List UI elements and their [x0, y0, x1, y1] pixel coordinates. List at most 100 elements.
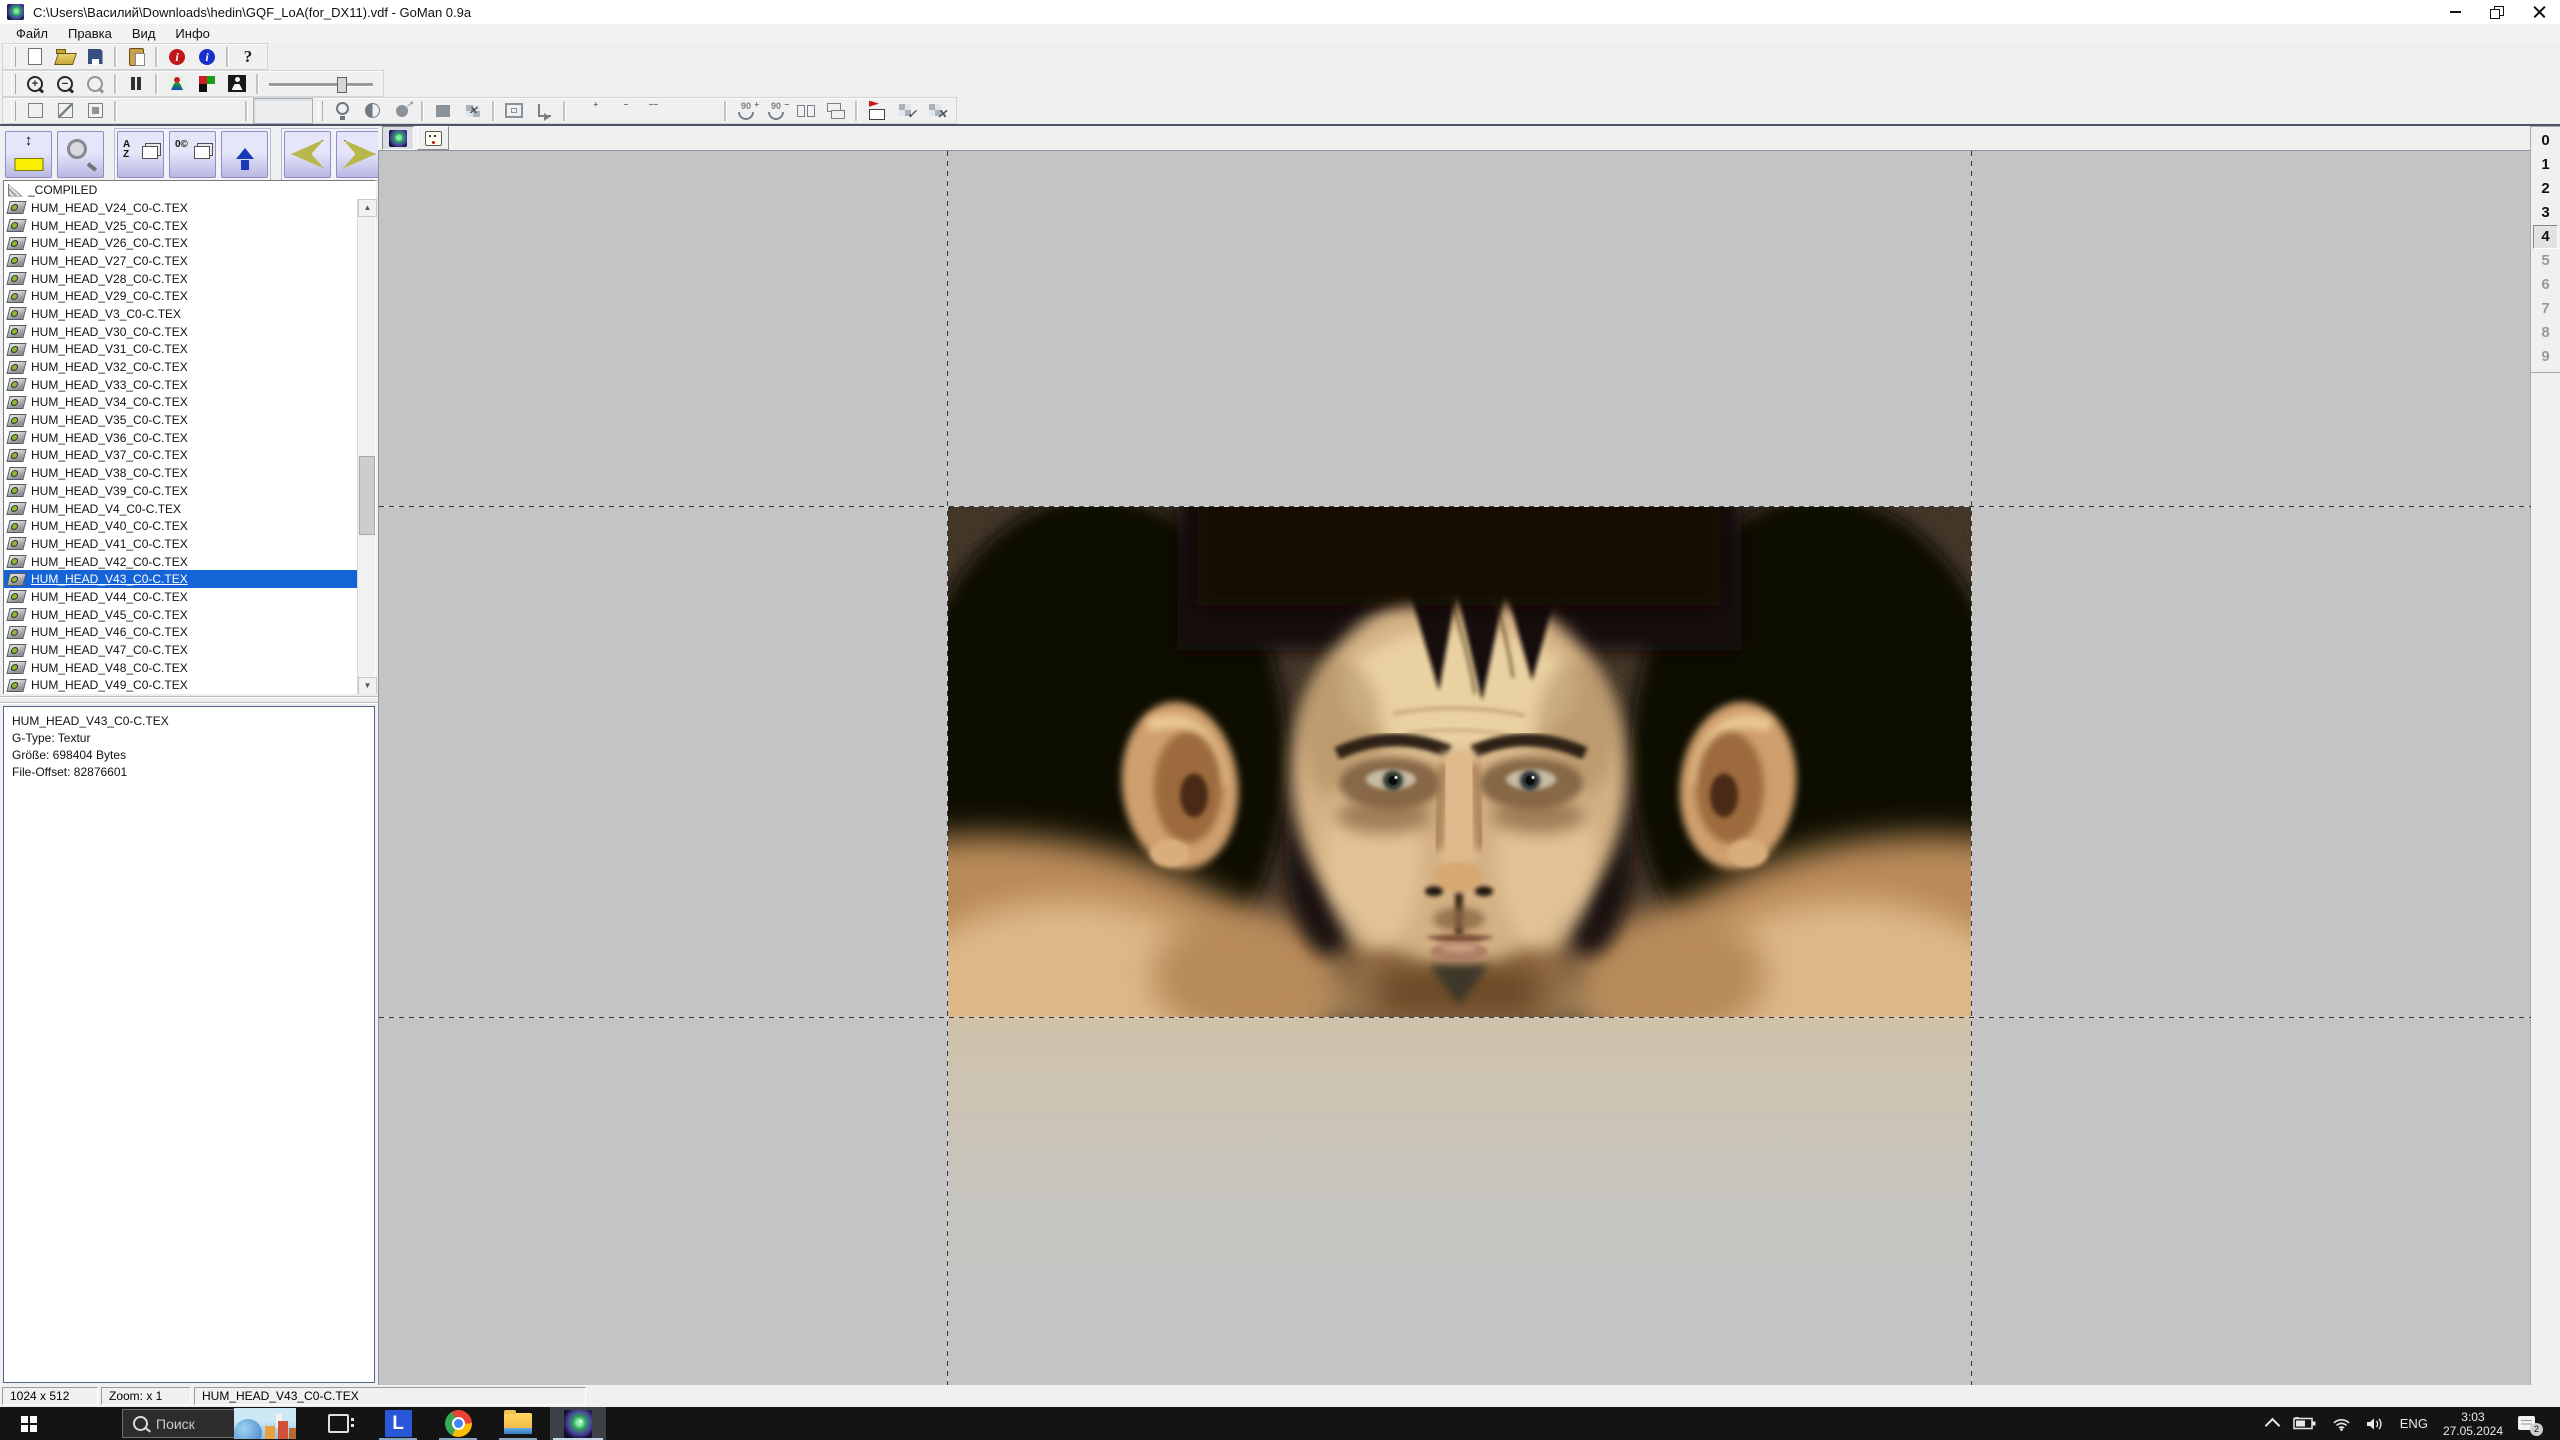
flag-c-button[interactable]	[182, 99, 210, 123]
save-button[interactable]	[81, 45, 109, 69]
contrast-button[interactable]	[358, 99, 386, 123]
file-list-item[interactable]: HUM_HEAD_V37_C0-C.TEX	[4, 447, 358, 465]
mip-level-8[interactable]: 8	[2531, 321, 2560, 345]
mip-level-2[interactable]: 2	[2531, 177, 2560, 201]
file-list-item[interactable]: HUM_HEAD_V30_C0-C.TEX	[4, 323, 358, 341]
file-list-item[interactable]: HUM_HEAD_V26_C0-C.TEX	[4, 234, 358, 252]
wifi-icon[interactable]	[2332, 1417, 2351, 1431]
file-list-item[interactable]: HUM_HEAD_V47_C0-C.TEX	[4, 641, 358, 659]
file-list-item[interactable]: HUM_HEAD_V39_C0-C.TEX	[4, 482, 358, 500]
mip-level-7[interactable]: 7	[2531, 297, 2560, 321]
file-list-item[interactable]: HUM_HEAD_V36_C0-C.TEX	[4, 429, 358, 447]
frame-button[interactable]	[500, 99, 528, 123]
zoom-in-button[interactable]	[21, 72, 49, 96]
mip-level-3[interactable]: 3	[2531, 201, 2560, 225]
mirror-dd-button[interactable]	[792, 99, 820, 123]
apply-cross-button[interactable]	[923, 99, 951, 123]
language-indicator[interactable]: ENG	[2400, 1416, 2428, 1431]
axes-button[interactable]	[530, 99, 558, 123]
pause-button[interactable]	[122, 72, 150, 96]
file-list-item[interactable]: HUM_HEAD_V33_C0-C.TEX	[4, 376, 358, 394]
info-red-button[interactable]	[163, 45, 191, 69]
menu-Файл[interactable]: Файл	[6, 26, 58, 41]
menu-Инфо[interactable]: Инфо	[165, 26, 219, 41]
file-list-item[interactable]: HUM_HEAD_V49_C0-C.TEX	[4, 677, 358, 695]
file-list-item[interactable]: HUM_HEAD_V24_C0-C.TEX	[4, 199, 358, 217]
file-list-item[interactable]: HUM_HEAD_V41_C0-C.TEX	[4, 535, 358, 553]
mip-level-0[interactable]: 0	[2531, 129, 2560, 153]
info-blue-button[interactable]	[193, 45, 221, 69]
stack-button[interactable]	[822, 99, 850, 123]
file-list-item[interactable]: HUM_HEAD_V29_C0-C.TEX	[4, 287, 358, 305]
new-button[interactable]	[21, 45, 49, 69]
notification-center-button[interactable]: 2	[2518, 1415, 2538, 1433]
file-list-item[interactable]: HUM_HEAD_V31_C0-C.TEX	[4, 341, 358, 359]
file-list-item[interactable]: HUM_HEAD_V46_C0-C.TEX	[4, 624, 358, 642]
list-scrollbar[interactable]: ▲ ▼	[357, 199, 375, 695]
toolbar-grip[interactable]	[11, 74, 16, 94]
rot90-minus-button[interactable]: −	[762, 99, 790, 123]
start-button[interactable]	[0, 1407, 58, 1440]
flag-b-button[interactable]	[152, 99, 180, 123]
file-list-item[interactable]: HUM_HEAD_V35_C0-C.TEX	[4, 411, 358, 429]
sel-fill-button[interactable]	[81, 99, 109, 123]
mip-level-6[interactable]: 6	[2531, 273, 2560, 297]
person-rgb-button[interactable]	[163, 72, 191, 96]
file-list-item[interactable]: HUM_HEAD_V3_C0-C.TEX	[4, 305, 358, 323]
file-list-item[interactable]: HUM_HEAD_V44_C0-C.TEX	[4, 588, 358, 606]
texture-image[interactable]	[947, 506, 1971, 1017]
forward-button[interactable]	[336, 131, 383, 178]
swap-button[interactable]	[459, 99, 487, 123]
zoom-out-button[interactable]	[51, 72, 79, 96]
flag-d-button[interactable]	[212, 99, 240, 123]
toolbar-grip[interactable]	[318, 101, 323, 121]
scroll-down-arrow[interactable]: ▼	[358, 677, 377, 695]
taskbar-goman[interactable]	[550, 1407, 606, 1440]
taskbar-chrome[interactable]	[430, 1407, 486, 1440]
panel-splitter[interactable]	[0, 694, 378, 706]
bulb-button[interactable]	[328, 99, 356, 123]
open-button[interactable]	[51, 45, 79, 69]
taskbar-app-l[interactable]	[370, 1407, 426, 1440]
zoom-slider[interactable]	[269, 74, 373, 94]
tray-overflow-chevron-icon[interactable]	[2264, 1418, 2280, 1434]
sort-09-button[interactable]	[169, 131, 216, 178]
glasses-plus-button[interactable]: +	[571, 99, 599, 123]
minimize-button[interactable]	[2434, 0, 2476, 24]
sphere-button[interactable]	[388, 99, 416, 123]
mip-level-9[interactable]: 9	[2531, 345, 2560, 369]
sel-rect-button[interactable]	[21, 99, 49, 123]
battery-icon[interactable]	[2293, 1417, 2317, 1430]
mip-level-5[interactable]: 5	[2531, 249, 2560, 273]
file-list-item[interactable]: HUM_HEAD_V4_C0-C.TEX	[4, 500, 358, 518]
gray-square-button[interactable]	[429, 99, 457, 123]
file-list-item[interactable]: HUM_HEAD_V25_C0-C.TEX	[4, 217, 358, 235]
glasses-b-button[interactable]	[691, 99, 719, 123]
file-list-item[interactable]: HUM_HEAD_V43_C0-C.TEX	[4, 570, 358, 588]
back-button[interactable]	[284, 131, 331, 178]
scroll-thumb[interactable]	[359, 456, 375, 535]
close-button[interactable]	[2518, 0, 2560, 24]
taskbar-explorer[interactable]	[490, 1407, 546, 1440]
tab-info-view[interactable]	[417, 126, 449, 150]
file-list-item[interactable]: HUM_HEAD_V38_C0-C.TEX	[4, 464, 358, 482]
extract-button[interactable]	[5, 131, 52, 178]
scroll-up-arrow[interactable]: ▲	[358, 199, 377, 217]
glasses-minus-button[interactable]: −	[601, 99, 629, 123]
file-list-item[interactable]: HUM_HEAD_V42_C0-C.TEX	[4, 553, 358, 571]
up-button[interactable]	[221, 131, 268, 178]
rot90-plus-button[interactable]: +	[732, 99, 760, 123]
restore-button[interactable]	[2476, 0, 2518, 24]
list-header-compiled[interactable]: _COMPILED	[4, 181, 375, 199]
speaker-icon[interactable]	[2366, 1417, 2385, 1431]
glasses-minus2-button[interactable]: −−	[631, 99, 659, 123]
help-button[interactable]	[234, 45, 262, 69]
taskbar-search[interactable]: Поиск	[122, 1409, 296, 1438]
file-list-item[interactable]: HUM_HEAD_V45_C0-C.TEX	[4, 606, 358, 624]
search-button[interactable]	[57, 131, 104, 178]
preview-canvas[interactable]	[378, 150, 2531, 1385]
blank-button[interactable]	[253, 98, 313, 124]
menu-Правка[interactable]: Правка	[58, 26, 122, 41]
toolbar-grip[interactable]	[11, 47, 16, 67]
glasses-a-button[interactable]	[661, 99, 689, 123]
